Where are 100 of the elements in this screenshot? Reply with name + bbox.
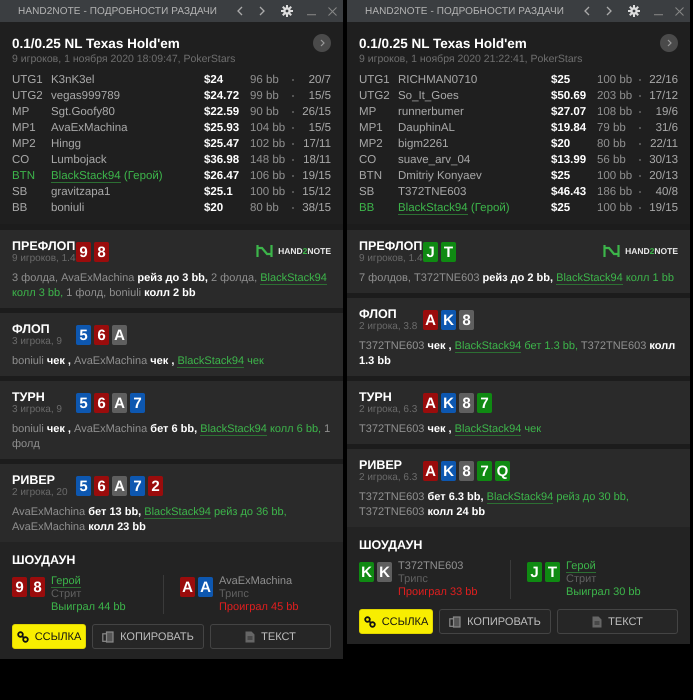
settings-button[interactable] [281,5,293,17]
stack-bb: 100 bb [597,170,634,182]
showdown-title: ШОУДАУН [359,538,424,552]
playing-card: T [441,242,456,262]
logo-text: HAND2NOTE [278,246,331,256]
close-icon [675,6,684,16]
playing-card: A [198,577,213,597]
minimize-icon [654,14,663,16]
player-name: vegas999789 [51,90,120,102]
street-name: ТУРН [359,390,393,404]
player-name: DauphinAL [398,122,455,134]
player-stats: 30/13 [648,154,678,166]
player-stats: 19/15 [301,170,331,182]
stack-amount: $25.1 [204,186,234,198]
player-name: RICHMAN0710 [398,74,478,86]
playing-card: A [423,393,438,413]
showdown-title: ШОУДАУН [12,553,76,567]
stack-bb: 80 bb [597,138,627,150]
close-button[interactable] [328,6,337,16]
player-link[interactable]: Герой [566,560,596,573]
position-label: BTN [359,170,383,182]
playing-card: T [545,562,560,582]
result-text: Выиграл 30 bb [566,586,641,599]
stack-amount: $24.72 [204,90,240,102]
stack-bb: 80 bb [250,202,280,214]
action-text: AvaExMachina бет 13 bb, BlackStack94 рейз до 36 bb, AvaExMachina колл 23 bb [12,505,288,535]
player-link[interactable]: Герой [51,575,81,588]
playing-card: 9 [76,242,91,262]
player-name: boniuli [51,202,84,214]
link-button[interactable]: ССЫЛКА [359,609,433,634]
position-label: MP1 [359,122,384,134]
playing-card: 8 [459,310,474,330]
player-link[interactable]: BlackStack94 [486,491,554,504]
next-hand-button[interactable] [259,6,265,16]
player-stats: 17/11 [302,138,331,150]
hand-combination: Трипс [219,588,250,601]
playing-card: K [441,393,456,413]
next-button[interactable] [660,34,678,52]
player-stats: 17/12 [648,90,678,102]
next-button[interactable] [313,34,331,52]
chevron-right-icon [606,6,612,16]
action-text: boniuli чек , AvaExMachina бет 6 bb, BlackStack94 колл 6 bb, 1 фолд [12,422,331,452]
position-label: MP1 [12,122,37,134]
player-link[interactable]: BlackStack94 [454,423,522,436]
street-info: 2 игрока, 6.3 [359,404,418,415]
player-name: K3nK3el [51,74,94,86]
hand-combination: Стрит [51,588,82,601]
player-stats: 19/6 [654,106,678,118]
previous-button[interactable] [237,6,243,16]
action-text: T372TNE603 бет 6.3 bb, BlackStack94 рейз до 30 bb, T372TNE603 колл 24 bb [359,490,630,520]
player-link[interactable]: BlackStack94 [200,423,267,436]
playing-card: 8 [459,393,474,413]
stack-amount: $46.43 [551,186,588,198]
close-icon [328,6,337,16]
stack-bb: 100 bb [597,202,634,214]
document-icon [245,630,256,642]
stack-amount: $22.59 [204,106,240,118]
playing-card: K [441,461,456,481]
player-stats: 40/8 [654,186,678,198]
playing-card: A [180,577,195,597]
playing-card: A [423,310,438,330]
text-button[interactable]: ТЕКСТ [210,624,331,649]
player-name: T372TNE603 [398,186,466,198]
player-link[interactable]: BlackStack94 [144,506,211,519]
copy-button[interactable]: КОПИРОВАТЬ [92,624,204,649]
previous-button[interactable] [584,6,590,16]
playing-card: A [423,461,438,481]
player-link[interactable]: BlackStack94 [556,272,623,285]
stack-amount: $26.47 [204,170,240,182]
playing-card: A [112,325,127,345]
playing-card: 2 [148,476,163,496]
player-name: gravitzapa1 [51,186,110,198]
player-link[interactable]: BlackStack94 [260,272,327,285]
player-stats: 22/16 [648,74,678,86]
stack-amount: $20 [551,138,572,150]
next-hand-button[interactable] [606,6,612,16]
playing-card: 5 [76,476,91,496]
hand-title: 0.1/0.25 NL Texas Hold'em [359,36,527,50]
playing-card: 6 [94,476,109,496]
hero-tag: (Герой) [468,202,510,214]
player-link[interactable]: BlackStack94 [398,202,468,215]
player-link[interactable]: BlackStack94 [51,170,121,183]
player-link[interactable]: BlackStack94 [454,340,522,353]
playing-card: J [423,242,438,262]
stack-bb: 148 bb [250,154,286,166]
settings-button[interactable] [628,5,640,17]
action-text: T372TNE603 чек , BlackStack94 чек [359,422,542,437]
stack-amount: $25.93 [204,122,240,134]
close-button[interactable] [675,6,684,16]
player-link[interactable]: BlackStack94 [177,355,244,368]
text-button[interactable]: ТЕКСТ [557,609,678,634]
position-label: BB [359,202,376,214]
stack-amount: $36.98 [204,154,240,166]
stack-amount: $20 [204,202,224,214]
player-name: T372TNE603 [398,560,464,572]
link-button[interactable]: ССЫЛКА [12,624,86,649]
street-name: ТУРН [12,390,46,404]
stack-bb: 90 bb [250,106,280,118]
stack-bb: 108 bb [597,106,634,118]
copy-button[interactable]: КОПИРОВАТЬ [439,609,551,634]
